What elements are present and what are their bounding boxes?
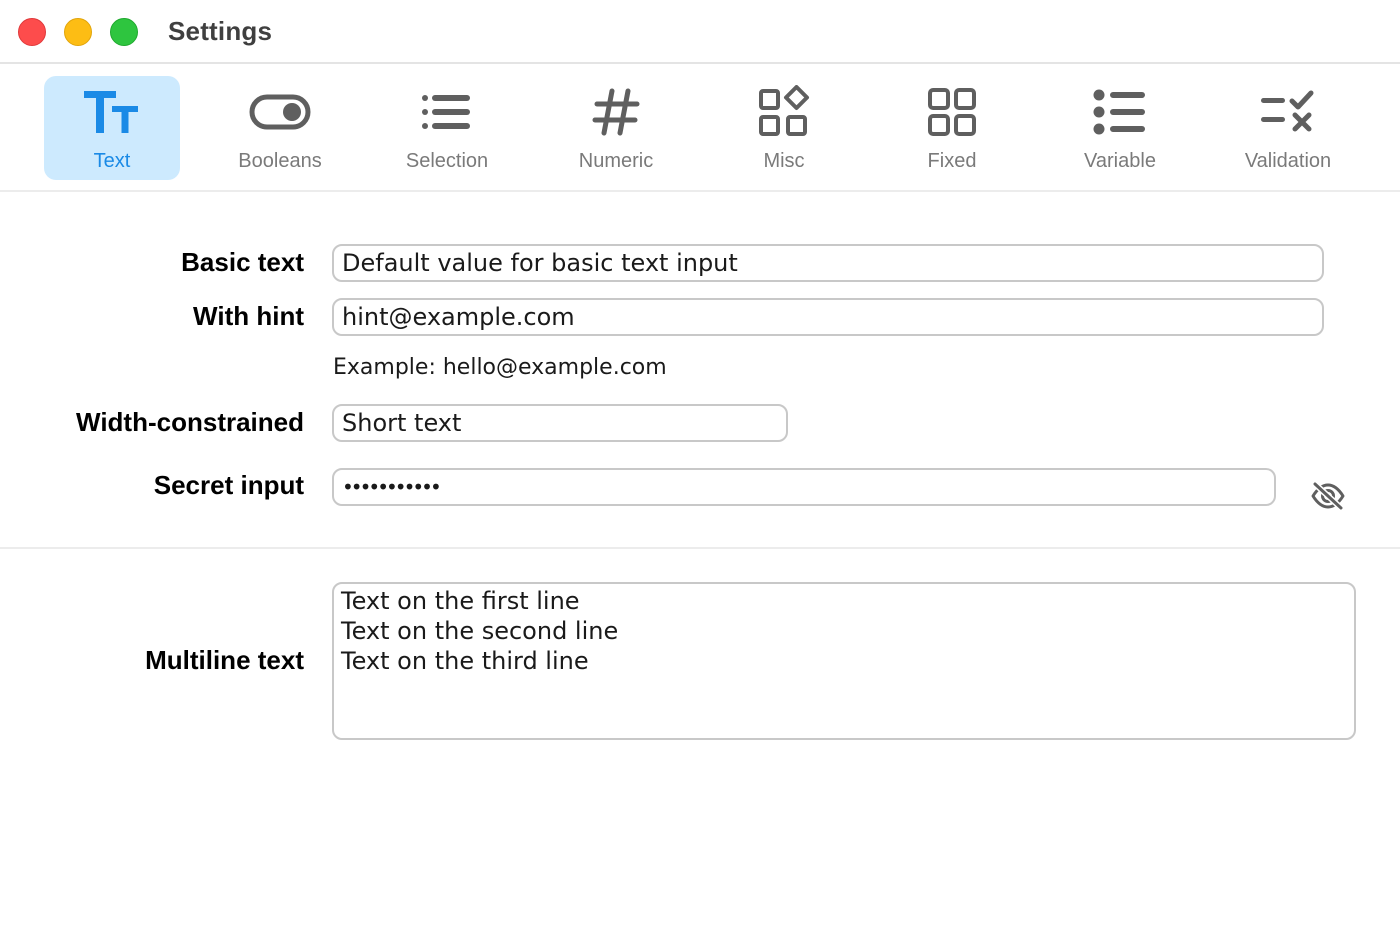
basic-text-label: Basic text — [181, 247, 304, 277]
preferences-toolbar: Text Booleans Selection Numeric Misc Fix… — [0, 64, 1400, 192]
tab-text[interactable]: Text — [44, 76, 180, 180]
tab-variable[interactable]: Variable — [1052, 76, 1188, 180]
grid-icon — [884, 84, 1020, 140]
hash-icon — [548, 84, 684, 140]
toggle-icon — [212, 84, 348, 140]
tab-numeric[interactable]: Numeric — [548, 76, 684, 180]
zoom-window-button[interactable] — [110, 18, 138, 46]
tab-selection[interactable]: Selection — [379, 76, 515, 180]
multiline-text-label: Multiline text — [145, 645, 304, 675]
multiline-textarea[interactable]: Text on the first line Text on the secon… — [332, 582, 1356, 740]
tab-label: Variable — [1084, 150, 1156, 172]
tab-validation[interactable]: Validation — [1220, 76, 1356, 180]
tab-label: Fixed — [927, 150, 977, 172]
tab-label: Text — [93, 150, 131, 172]
tab-label: Selection — [405, 150, 489, 172]
secret-input-label: Secret input — [153, 470, 304, 500]
list-icon — [379, 84, 515, 140]
eye-slash-icon[interactable] — [1308, 476, 1348, 516]
title-bar: Settings — [0, 0, 1400, 64]
tab-label: Validation — [1244, 150, 1332, 172]
tab-label: Misc — [763, 150, 805, 172]
tab-booleans[interactable]: Booleans — [212, 76, 348, 180]
tab-misc[interactable]: Misc — [716, 76, 852, 180]
tab-fixed[interactable]: Fixed — [884, 76, 1020, 180]
tab-label: Numeric — [578, 150, 654, 172]
width-constrained-label: Width-constrained — [76, 407, 304, 437]
section-divider — [0, 547, 1400, 549]
minimize-window-button[interactable] — [64, 18, 92, 46]
close-window-button[interactable] — [18, 18, 46, 46]
shapes-icon — [716, 84, 852, 140]
tab-label: Booleans — [238, 150, 322, 172]
text-format-icon — [44, 84, 180, 140]
bullet-list-icon — [1052, 84, 1188, 140]
settings-window: Settings Text Booleans Selection Numeric… — [0, 0, 1400, 932]
window-title: Settings — [168, 16, 273, 46]
width-constrained-input[interactable] — [332, 404, 788, 442]
secret-input[interactable] — [332, 468, 1276, 506]
basic-text-input[interactable] — [332, 244, 1324, 282]
with-hint-label: With hint — [193, 301, 304, 331]
hint-text: Example: hello@example.com — [333, 355, 667, 380]
email-input[interactable] — [332, 298, 1324, 336]
validation-icon — [1220, 84, 1356, 140]
